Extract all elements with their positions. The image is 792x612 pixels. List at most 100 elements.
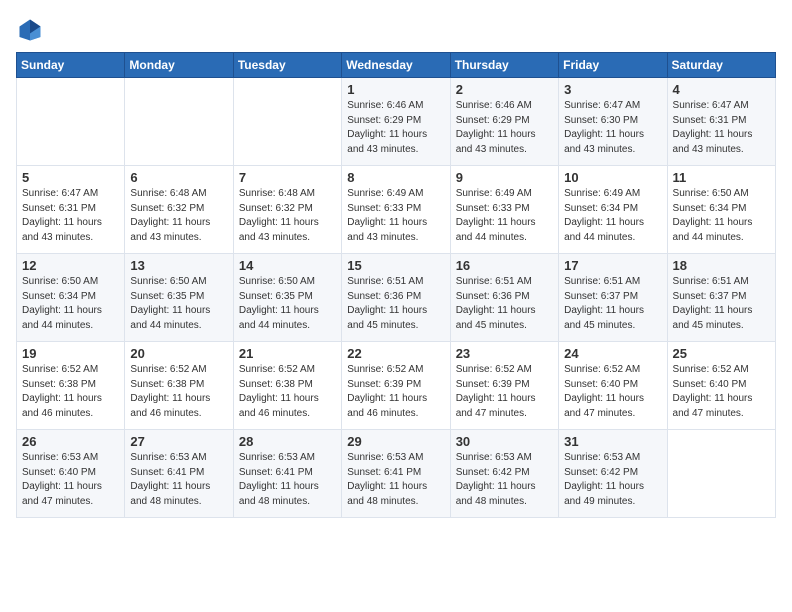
calendar-cell: 19 Sunrise: 6:52 AM Sunset: 6:38 PM Dayli… — [17, 342, 125, 430]
calendar-cell: 20Sunrise: 6:52 AM Sunset: 6:38 PM Dayli… — [125, 342, 233, 430]
calendar-cell: 31 Sunrise: 6:53 AM Sunset: 6:42 PM Dayli… — [559, 430, 667, 518]
day-info: Sunrise: 6:50 AM Sunset: 6:34 PM Dayligh… — [673, 187, 770, 245]
day-number: 30 — [456, 434, 553, 449]
day-number: 25 — [673, 346, 770, 361]
calendar-cell: 1Sunrise: 6:46 AM Sunset: 6:29 PM Daylig… — [342, 78, 450, 166]
day-number: 4 — [673, 82, 770, 97]
day-info: Sunrise: 6:47 AM Sunset: 6:30 PM Dayligh… — [564, 99, 661, 157]
calendar-cell: 7 Sunrise: 6:48 AM Sunset: 6:32 PM Daylig… — [233, 166, 341, 254]
calendar-cell: 5Sunrise: 6:47 AM Sunset: 6:31 PM Daylig… — [17, 166, 125, 254]
weekday-header-thursday: Thursday — [450, 53, 558, 78]
day-info: Sunrise: 6:50 AM Sunset: 6:35 PM Dayligh… — [130, 275, 227, 333]
calendar-cell: 6 Sunrise: 6:48 AM Sunset: 6:32 PM Daylig… — [125, 166, 233, 254]
day-number: 31 — [564, 434, 661, 449]
day-info: Sunrise: 6:53 AM Sunset: 6:40 PM Dayligh… — [22, 451, 119, 509]
day-number: 13 — [130, 258, 227, 273]
calendar-cell: 21 Sunrise: 6:52 AM Sunset: 6:38 PM Dayli… — [233, 342, 341, 430]
day-info: Sunrise: 6:52 AM Sunset: 6:40 PM Dayligh… — [564, 363, 661, 421]
calendar-cell: 25 Sunrise: 6:52 AM Sunset: 6:40 PM Dayli… — [667, 342, 775, 430]
day-number: 27 — [130, 434, 227, 449]
calendar-week-row: 5Sunrise: 6:47 AM Sunset: 6:31 PM Daylig… — [17, 166, 776, 254]
day-info: Sunrise: 6:53 AM Sunset: 6:42 PM Dayligh… — [564, 451, 661, 509]
day-info: Sunrise: 6:49 AM Sunset: 6:33 PM Dayligh… — [347, 187, 444, 245]
day-number: 24 — [564, 346, 661, 361]
day-number: 7 — [239, 170, 336, 185]
weekday-header-saturday: Saturday — [667, 53, 775, 78]
day-info: Sunrise: 6:51 AM Sunset: 6:36 PM Dayligh… — [347, 275, 444, 333]
day-info: Sunrise: 6:53 AM Sunset: 6:41 PM Dayligh… — [130, 451, 227, 509]
calendar-cell: 30Sunrise: 6:53 AM Sunset: 6:42 PM Dayli… — [450, 430, 558, 518]
calendar-cell: 8 Sunrise: 6:49 AM Sunset: 6:33 PM Daylig… — [342, 166, 450, 254]
calendar-cell: 28 Sunrise: 6:53 AM Sunset: 6:41 PM Dayli… — [233, 430, 341, 518]
day-info: Sunrise: 6:50 AM Sunset: 6:35 PM Dayligh… — [239, 275, 336, 333]
day-number: 8 — [347, 170, 444, 185]
logo — [16, 16, 48, 44]
page-header — [16, 16, 776, 44]
day-info: Sunrise: 6:52 AM Sunset: 6:39 PM Dayligh… — [456, 363, 553, 421]
calendar-cell: 4 Sunrise: 6:47 AM Sunset: 6:31 PM Daylig… — [667, 78, 775, 166]
day-info: Sunrise: 6:47 AM Sunset: 6:31 PM Dayligh… — [673, 99, 770, 157]
day-number: 6 — [130, 170, 227, 185]
weekday-header-row: SundayMondayTuesdayWednesdayThursdayFrid… — [17, 53, 776, 78]
day-number: 19 — [22, 346, 119, 361]
calendar-cell: 12 Sunrise: 6:50 AM Sunset: 6:34 PM Dayli… — [17, 254, 125, 342]
day-info: Sunrise: 6:52 AM Sunset: 6:38 PM Dayligh… — [22, 363, 119, 421]
day-info: Sunrise: 6:51 AM Sunset: 6:37 PM Dayligh… — [673, 275, 770, 333]
calendar-cell — [233, 78, 341, 166]
calendar-cell — [667, 430, 775, 518]
calendar-cell — [17, 78, 125, 166]
day-info: Sunrise: 6:52 AM Sunset: 6:38 PM Dayligh… — [239, 363, 336, 421]
day-number: 15 — [347, 258, 444, 273]
calendar-cell: 17 Sunrise: 6:51 AM Sunset: 6:37 PM Dayli… — [559, 254, 667, 342]
day-number: 12 — [22, 258, 119, 273]
day-number: 10 — [564, 170, 661, 185]
day-number: 23 — [456, 346, 553, 361]
day-info: Sunrise: 6:48 AM Sunset: 6:32 PM Dayligh… — [239, 187, 336, 245]
calendar-cell: 27 Sunrise: 6:53 AM Sunset: 6:41 PM Dayli… — [125, 430, 233, 518]
calendar-cell: 14 Sunrise: 6:50 AM Sunset: 6:35 PM Dayli… — [233, 254, 341, 342]
day-number: 5 — [22, 170, 119, 185]
calendar-cell: 29 Sunrise: 6:53 AM Sunset: 6:41 PM Dayli… — [342, 430, 450, 518]
day-info: Sunrise: 6:53 AM Sunset: 6:41 PM Dayligh… — [239, 451, 336, 509]
day-number: 28 — [239, 434, 336, 449]
weekday-header-sunday: Sunday — [17, 53, 125, 78]
day-info: Sunrise: 6:52 AM Sunset: 6:40 PM Dayligh… — [673, 363, 770, 421]
day-number: 3 — [564, 82, 661, 97]
calendar-week-row: 12 Sunrise: 6:50 AM Sunset: 6:34 PM Dayli… — [17, 254, 776, 342]
day-number: 1 — [347, 82, 444, 97]
calendar-cell: 11 Sunrise: 6:50 AM Sunset: 6:34 PM Dayli… — [667, 166, 775, 254]
day-info: Sunrise: 6:49 AM Sunset: 6:33 PM Dayligh… — [456, 187, 553, 245]
day-number: 14 — [239, 258, 336, 273]
day-info: Sunrise: 6:50 AM Sunset: 6:34 PM Dayligh… — [22, 275, 119, 333]
day-info: Sunrise: 6:51 AM Sunset: 6:37 PM Dayligh… — [564, 275, 661, 333]
day-info: Sunrise: 6:51 AM Sunset: 6:36 PM Dayligh… — [456, 275, 553, 333]
calendar-cell: 15 Sunrise: 6:51 AM Sunset: 6:36 PM Dayli… — [342, 254, 450, 342]
day-number: 17 — [564, 258, 661, 273]
day-info: Sunrise: 6:49 AM Sunset: 6:34 PM Dayligh… — [564, 187, 661, 245]
calendar-cell: 3 Sunrise: 6:47 AM Sunset: 6:30 PM Daylig… — [559, 78, 667, 166]
day-number: 11 — [673, 170, 770, 185]
weekday-header-tuesday: Tuesday — [233, 53, 341, 78]
calendar-week-row: 19 Sunrise: 6:52 AM Sunset: 6:38 PM Dayli… — [17, 342, 776, 430]
calendar-cell: 16 Sunrise: 6:51 AM Sunset: 6:36 PM Dayli… — [450, 254, 558, 342]
day-number: 16 — [456, 258, 553, 273]
calendar-cell: 18Sunrise: 6:51 AM Sunset: 6:37 PM Dayli… — [667, 254, 775, 342]
calendar-cell — [125, 78, 233, 166]
calendar-cell: 22Sunrise: 6:52 AM Sunset: 6:39 PM Dayli… — [342, 342, 450, 430]
calendar-week-row: 26 Sunrise: 6:53 AM Sunset: 6:40 PM Dayli… — [17, 430, 776, 518]
day-info: Sunrise: 6:48 AM Sunset: 6:32 PM Dayligh… — [130, 187, 227, 245]
day-info: Sunrise: 6:52 AM Sunset: 6:38 PM Dayligh… — [130, 363, 227, 421]
day-info: Sunrise: 6:53 AM Sunset: 6:41 PM Dayligh… — [347, 451, 444, 509]
logo-icon — [16, 16, 44, 44]
day-number: 9 — [456, 170, 553, 185]
calendar-cell: 10 Sunrise: 6:49 AM Sunset: 6:34 PM Dayli… — [559, 166, 667, 254]
day-number: 2 — [456, 82, 553, 97]
calendar-cell: 23 Sunrise: 6:52 AM Sunset: 6:39 PM Dayli… — [450, 342, 558, 430]
weekday-header-monday: Monday — [125, 53, 233, 78]
day-number: 29 — [347, 434, 444, 449]
day-number: 26 — [22, 434, 119, 449]
day-info: Sunrise: 6:52 AM Sunset: 6:39 PM Dayligh… — [347, 363, 444, 421]
day-number: 21 — [239, 346, 336, 361]
calendar-cell: 13 Sunrise: 6:50 AM Sunset: 6:35 PM Dayli… — [125, 254, 233, 342]
calendar-cell: 26 Sunrise: 6:53 AM Sunset: 6:40 PM Dayli… — [17, 430, 125, 518]
